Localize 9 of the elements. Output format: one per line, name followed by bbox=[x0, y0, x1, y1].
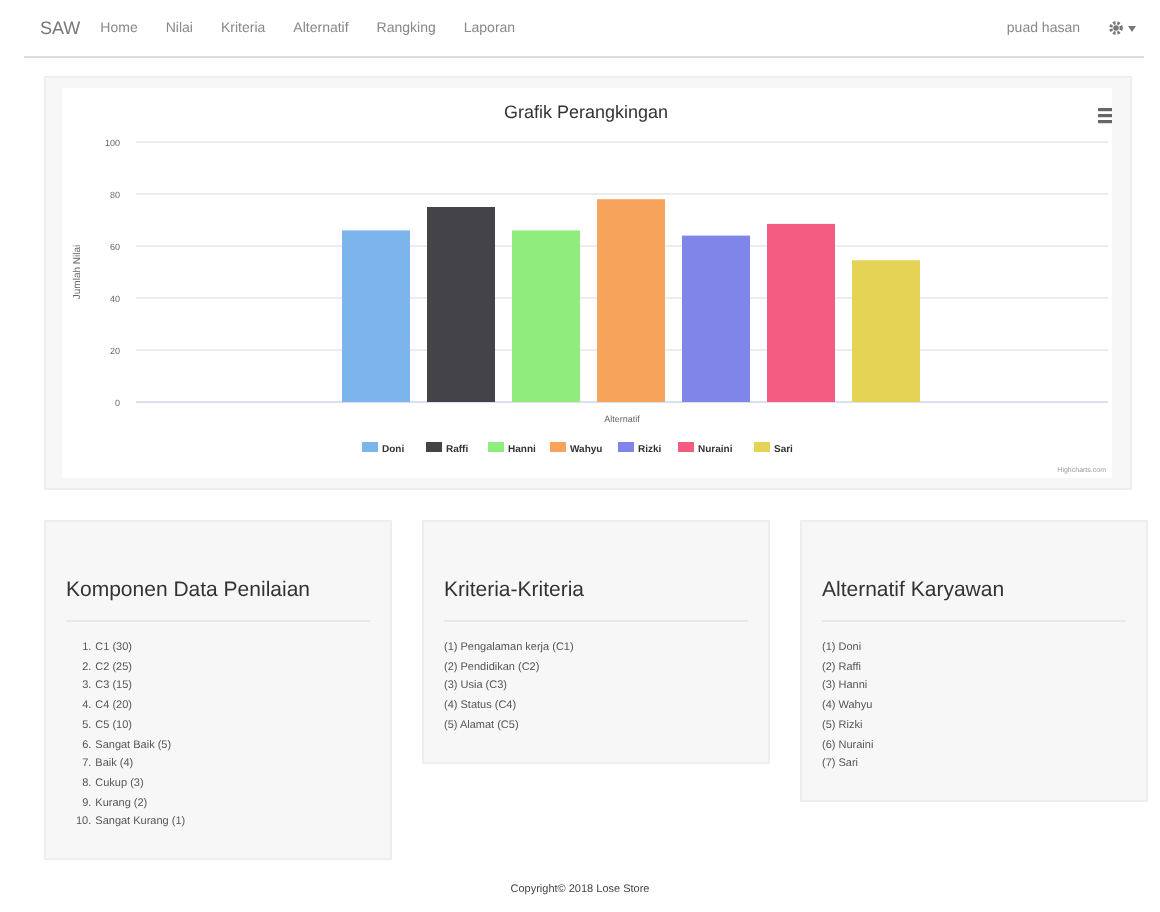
panel-title: Alternatif Karyawan bbox=[822, 578, 1126, 622]
panel-title: Komponen Data Penilaian bbox=[66, 578, 370, 622]
panel-title: Kriteria-Kriteria bbox=[444, 578, 748, 622]
settings-icon bbox=[1108, 20, 1124, 36]
menu-icon[interactable] bbox=[1098, 108, 1112, 124]
caret-icon bbox=[1128, 25, 1136, 31]
brand-link[interactable]: SAW bbox=[40, 18, 81, 38]
settings-dropdown[interactable] bbox=[1108, 20, 1136, 36]
chart-title: Grafik Perangkingan bbox=[503, 102, 669, 122]
